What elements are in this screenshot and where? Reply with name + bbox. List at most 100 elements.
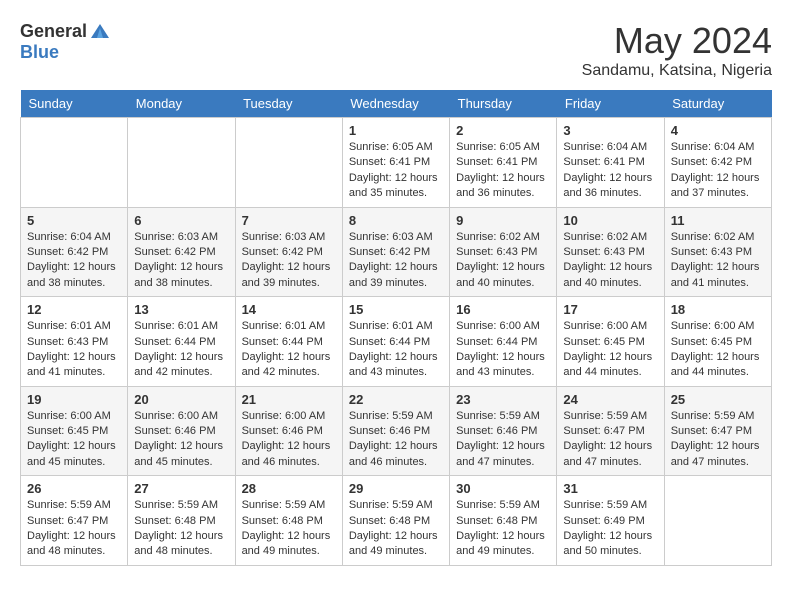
day-info: Daylight: 12 hours <box>671 350 765 365</box>
day-number: 9 <box>456 213 550 228</box>
day-info: Daylight: 12 hours <box>242 350 336 365</box>
day-info: and 44 minutes. <box>671 365 765 380</box>
day-number: 30 <box>456 481 550 496</box>
day-info: Sunset: 6:41 PM <box>349 155 443 170</box>
day-info: Sunset: 6:46 PM <box>242 424 336 439</box>
day-info: Sunrise: 6:03 AM <box>134 230 228 245</box>
calendar-cell: 16Sunrise: 6:00 AMSunset: 6:44 PMDayligh… <box>450 297 557 387</box>
day-info: Sunrise: 6:02 AM <box>456 230 550 245</box>
calendar-cell: 5Sunrise: 6:04 AMSunset: 6:42 PMDaylight… <box>21 207 128 297</box>
calendar-cell: 26Sunrise: 5:59 AMSunset: 6:47 PMDayligh… <box>21 476 128 566</box>
day-info: Sunset: 6:43 PM <box>563 245 657 260</box>
day-number: 11 <box>671 213 765 228</box>
day-number: 5 <box>27 213 121 228</box>
day-number: 20 <box>134 392 228 407</box>
day-info: Sunrise: 6:00 AM <box>242 409 336 424</box>
day-number: 28 <box>242 481 336 496</box>
day-info: Sunrise: 5:59 AM <box>134 498 228 513</box>
day-info: Sunrise: 5:59 AM <box>349 498 443 513</box>
day-info: and 50 minutes. <box>563 544 657 559</box>
day-number: 24 <box>563 392 657 407</box>
day-info: and 39 minutes. <box>349 276 443 291</box>
day-info: Sunset: 6:42 PM <box>671 155 765 170</box>
day-info: Sunset: 6:42 PM <box>242 245 336 260</box>
day-info: and 40 minutes. <box>563 276 657 291</box>
day-info: Sunrise: 5:59 AM <box>456 498 550 513</box>
day-number: 10 <box>563 213 657 228</box>
day-info: Sunrise: 6:00 AM <box>134 409 228 424</box>
logo-blue-text: Blue <box>20 42 59 63</box>
day-info: and 48 minutes. <box>134 544 228 559</box>
calendar-cell: 1Sunrise: 6:05 AMSunset: 6:41 PMDaylight… <box>342 118 449 208</box>
logo: General Blue <box>20 20 111 63</box>
day-header-friday: Friday <box>557 90 664 118</box>
day-info: Sunset: 6:44 PM <box>456 335 550 350</box>
calendar-cell: 29Sunrise: 5:59 AMSunset: 6:48 PMDayligh… <box>342 476 449 566</box>
day-info: and 45 minutes. <box>27 455 121 470</box>
day-info: Daylight: 12 hours <box>349 171 443 186</box>
calendar-cell: 10Sunrise: 6:02 AMSunset: 6:43 PMDayligh… <box>557 207 664 297</box>
day-number: 15 <box>349 302 443 317</box>
day-info: and 49 minutes. <box>349 544 443 559</box>
day-info: Daylight: 12 hours <box>456 439 550 454</box>
day-info: Sunset: 6:41 PM <box>563 155 657 170</box>
day-info: Sunset: 6:44 PM <box>242 335 336 350</box>
day-number: 31 <box>563 481 657 496</box>
day-info: Daylight: 12 hours <box>671 439 765 454</box>
day-info: and 44 minutes. <box>563 365 657 380</box>
day-info: and 37 minutes. <box>671 186 765 201</box>
calendar-cell: 11Sunrise: 6:02 AMSunset: 6:43 PMDayligh… <box>664 207 771 297</box>
day-info: Sunset: 6:42 PM <box>134 245 228 260</box>
day-info: and 38 minutes. <box>134 276 228 291</box>
day-info: and 46 minutes. <box>349 455 443 470</box>
day-info: Daylight: 12 hours <box>456 171 550 186</box>
day-info: and 43 minutes. <box>349 365 443 380</box>
calendar-cell: 7Sunrise: 6:03 AMSunset: 6:42 PMDaylight… <box>235 207 342 297</box>
day-info: Daylight: 12 hours <box>671 260 765 275</box>
day-info: Sunset: 6:42 PM <box>27 245 121 260</box>
day-info: and 42 minutes. <box>242 365 336 380</box>
day-info: Daylight: 12 hours <box>27 350 121 365</box>
calendar-cell: 19Sunrise: 6:00 AMSunset: 6:45 PMDayligh… <box>21 386 128 476</box>
calendar-cell: 30Sunrise: 5:59 AMSunset: 6:48 PMDayligh… <box>450 476 557 566</box>
day-info: Sunset: 6:46 PM <box>456 424 550 439</box>
day-info: Daylight: 12 hours <box>456 260 550 275</box>
day-info: and 49 minutes. <box>242 544 336 559</box>
logo-icon <box>89 20 111 42</box>
day-info: Sunrise: 6:02 AM <box>563 230 657 245</box>
day-number: 12 <box>27 302 121 317</box>
day-info: Daylight: 12 hours <box>456 529 550 544</box>
day-info: and 46 minutes. <box>242 455 336 470</box>
day-info: Daylight: 12 hours <box>563 529 657 544</box>
day-number: 2 <box>456 123 550 138</box>
calendar-week-1: 1Sunrise: 6:05 AMSunset: 6:41 PMDaylight… <box>21 118 772 208</box>
day-number: 7 <box>242 213 336 228</box>
calendar-cell: 31Sunrise: 5:59 AMSunset: 6:49 PMDayligh… <box>557 476 664 566</box>
day-info: Sunset: 6:47 PM <box>27 514 121 529</box>
day-number: 26 <box>27 481 121 496</box>
calendar-cell <box>664 476 771 566</box>
day-info: Sunrise: 6:00 AM <box>456 319 550 334</box>
day-number: 14 <box>242 302 336 317</box>
day-info: Sunrise: 6:02 AM <box>671 230 765 245</box>
day-info: and 40 minutes. <box>456 276 550 291</box>
day-info: and 39 minutes. <box>242 276 336 291</box>
calendar-cell: 20Sunrise: 6:00 AMSunset: 6:46 PMDayligh… <box>128 386 235 476</box>
day-info: Daylight: 12 hours <box>134 529 228 544</box>
day-info: Sunrise: 5:59 AM <box>349 409 443 424</box>
day-info: and 36 minutes. <box>456 186 550 201</box>
calendar-cell: 27Sunrise: 5:59 AMSunset: 6:48 PMDayligh… <box>128 476 235 566</box>
day-info: Sunset: 6:48 PM <box>242 514 336 529</box>
calendar-cell: 24Sunrise: 5:59 AMSunset: 6:47 PMDayligh… <box>557 386 664 476</box>
day-info: Sunrise: 5:59 AM <box>563 498 657 513</box>
calendar-week-2: 5Sunrise: 6:04 AMSunset: 6:42 PMDaylight… <box>21 207 772 297</box>
day-info: Daylight: 12 hours <box>349 260 443 275</box>
day-number: 19 <box>27 392 121 407</box>
day-info: Sunset: 6:45 PM <box>563 335 657 350</box>
calendar-cell: 3Sunrise: 6:04 AMSunset: 6:41 PMDaylight… <box>557 118 664 208</box>
day-header-tuesday: Tuesday <box>235 90 342 118</box>
day-info: Sunset: 6:46 PM <box>134 424 228 439</box>
day-info: Sunset: 6:43 PM <box>456 245 550 260</box>
day-info: Sunrise: 6:01 AM <box>27 319 121 334</box>
day-info: and 41 minutes. <box>27 365 121 380</box>
